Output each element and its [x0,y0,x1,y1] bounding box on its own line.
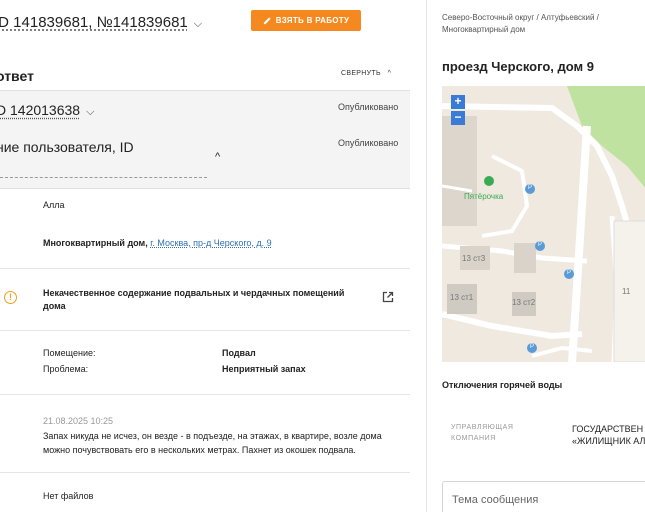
chevron-up-icon: ^ [383,70,392,77]
map-building-label: 13 ст3 [462,254,486,263]
ticket-panel: ID 141839681, №141839681 ⌵ ВЗЯТЬ В РАБОТУ… [0,0,410,512]
divider [0,472,410,473]
problem-value: Неприятный запах [222,364,306,374]
zoom-in-button[interactable]: + [451,95,465,109]
parking-icon: P [530,344,535,350]
map[interactable]: + − Пятёрочка 13 ст3 13 ст1 13 ст2 11 P … [442,86,645,362]
user-request-title: ние пользователя, ID [0,139,134,155]
issue-title: Некачественное содержание подвальных и ч… [43,288,345,311]
address-link[interactable]: г. Москва, пр-д Черского, д. 9 [150,238,271,248]
published-id-text: D 142013638 [0,102,81,118]
chevron-down-icon: ⌵ [193,18,203,30]
dashed-divider [0,177,207,178]
message-text: Запах никуда не исчез, он везде - в подъ… [43,431,382,455]
collapse-label: СВЕРНУТЬ [341,70,381,77]
street-title: проезд Черского, дом 9 [442,59,594,74]
breadcrumb: Северо-Восточный округ / Алтуфьевский / … [442,13,599,34]
files-status: Нет файлов [43,491,94,501]
author-name: Алла [43,200,65,210]
management-company-value: ГОСУДАРСТВЕН «ЖИЛИЩНИК АЛ [572,424,645,446]
address-line: Многоквартирный дом, г. Москва, пр-д Чер… [43,238,272,248]
ticket-title[interactable]: ID 141839681, №141839681 ⌵ [0,14,202,31]
external-link-icon[interactable] [382,291,394,303]
parking-icon: P [528,185,533,191]
address-prefix: Многоквартирный дом, [43,238,148,248]
status-badge: Опубликовано [338,102,399,112]
parking-icon: P [567,270,572,276]
collapse-button[interactable]: СВЕРНУТЬ ^ [341,70,391,77]
chevron-up-icon[interactable]: ^ [215,151,220,163]
map-canvas [442,86,645,362]
take-to-work-label: ВЗЯТЬ В РАБОТУ [275,16,350,25]
divider [0,268,410,269]
warning-icon: ! [4,291,17,304]
ticket-title-text: ID 141839681, №141839681 [0,14,188,31]
pencil-icon [263,17,271,25]
problem-key: Проблема: [43,364,89,374]
published-id[interactable]: D 142013638 ⌵ [0,102,94,119]
map-building-label: 11 [622,287,631,296]
zoom-out-button[interactable]: − [451,111,465,125]
map-poi-shop: Пятёрочка [464,192,504,201]
hot-water-outages[interactable]: Отключения горячей воды [442,380,562,390]
message-date: 21.08.2025 10:25 [43,416,114,426]
answer-heading: ответ [0,68,34,84]
take-to-work-button[interactable]: ВЗЯТЬ В РАБОТУ [251,10,361,31]
room-value: Подвал [222,348,256,358]
management-company-label: УПРАВЛЯЮЩАЯ КОМПАНИЯ [451,424,514,442]
chevron-down-icon: ⌵ [86,106,95,118]
divider [0,330,410,331]
info-sidebar: Северо-Восточный округ / Алтуфьевский / … [427,0,645,512]
message-subject-input[interactable] [442,481,645,512]
divider [0,394,410,395]
map-building-label: 13 ст1 [450,293,474,302]
status-badge: Опубликовано [338,138,399,148]
parking-icon: P [538,242,543,248]
room-key: Помещение: [43,348,96,358]
map-building-label: 13 ст2 [512,298,536,307]
